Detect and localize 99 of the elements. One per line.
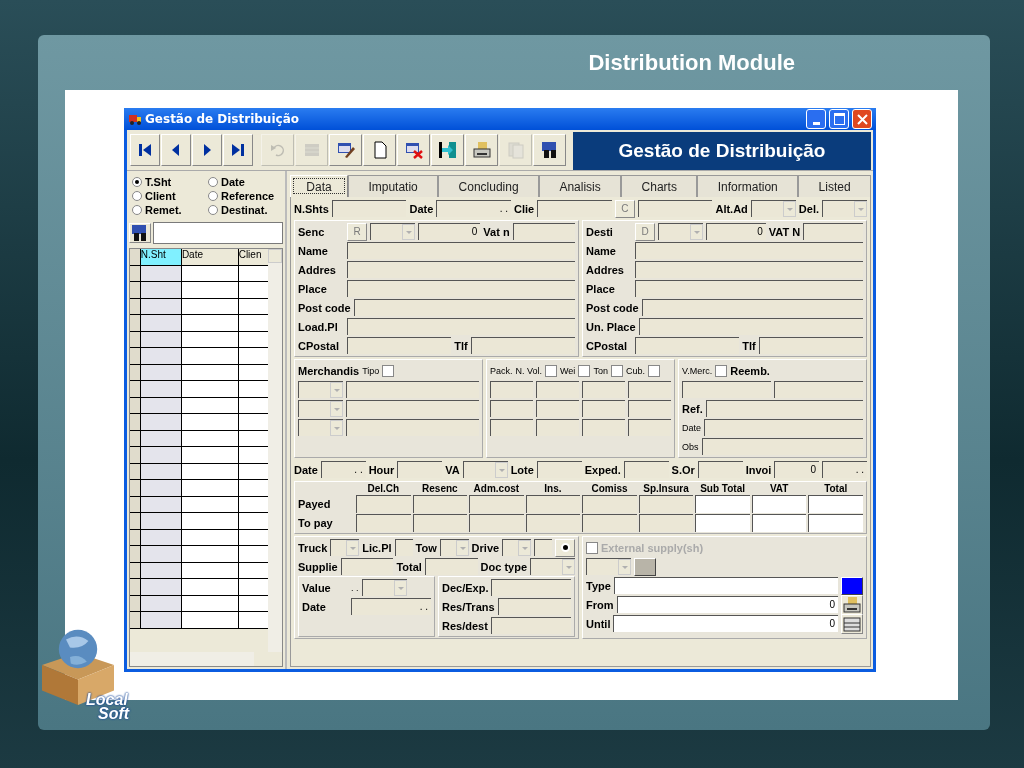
tab[interactable]: Charts: [621, 175, 698, 197]
tab[interactable]: Concluding: [438, 175, 540, 197]
row-label: Payed: [298, 498, 332, 510]
text-field[interactable]: . .: [436, 200, 511, 217]
field-label: Clie: [513, 202, 535, 215]
field-label: Truck: [298, 541, 328, 554]
logo-text: Local: [86, 693, 129, 707]
field-label: Reemb.: [730, 364, 770, 377]
field-label: Ref.: [682, 402, 703, 415]
field-label: CPostal: [586, 339, 628, 352]
field-label: Vat n: [483, 225, 510, 238]
module-banner: Gestão de Distribuição: [573, 132, 871, 170]
text-field[interactable]: 0: [613, 615, 838, 632]
field-label: N.Shts: [294, 202, 329, 215]
tab[interactable]: Information: [697, 175, 799, 197]
column-header: Del.Ch: [366, 483, 401, 494]
column-header: Sub Total: [699, 483, 746, 494]
field-label: Name: [298, 244, 329, 257]
field-label: Res/dest: [442, 619, 488, 632]
column-header: Adm.cost: [472, 483, 521, 494]
field-label: N. Vol.: [515, 365, 543, 376]
field-label: V.Merc.: [682, 365, 713, 376]
text-field[interactable]: . .: [351, 598, 431, 615]
column-header[interactable]: N.Sht: [140, 249, 182, 265]
tab[interactable]: Listed: [798, 175, 872, 197]
field-label: Until: [586, 617, 611, 630]
field-label: Tlf: [742, 339, 756, 352]
row-label: To pay: [298, 517, 334, 529]
column-header: VAT: [768, 483, 790, 494]
column-header[interactable]: Date: [181, 249, 239, 265]
field-label: Tow: [415, 541, 437, 554]
column-header: Ins.: [543, 483, 563, 494]
field-label: Tipo: [362, 365, 380, 376]
field-label: Post code: [298, 301, 351, 314]
field-label: Date: [682, 422, 701, 433]
field-label: Place: [298, 282, 328, 295]
field-label: CPostal: [298, 339, 340, 352]
text-field[interactable]: 0: [706, 223, 766, 240]
field-label: Supplie: [298, 560, 338, 573]
text-field[interactable]: 0: [774, 461, 820, 478]
window-title: Gestão de Distribuição: [145, 112, 300, 126]
field-label: Total: [396, 560, 422, 573]
field-label: Desti: [586, 225, 614, 238]
field-label: Del.: [798, 202, 819, 215]
field-label: Date: [294, 463, 318, 476]
logo-text: Soft: [98, 707, 130, 721]
field-label: Un. Place: [586, 320, 636, 333]
field-label: Pack.: [490, 365, 513, 376]
field-label: VAT N: [768, 225, 801, 238]
field-label: Drive: [471, 541, 500, 554]
field-label: Cub.: [625, 365, 645, 376]
radio-label: T.Sht: [145, 176, 172, 188]
radio-label: Client: [145, 190, 176, 202]
field-label: . .: [351, 582, 359, 593]
radio-label: Remet.: [145, 204, 182, 216]
field-label: Addres: [298, 263, 337, 276]
field-label: Date: [409, 202, 434, 215]
field-label: Lic.Pl: [362, 541, 392, 554]
checkbox-label: External supply(sh): [601, 541, 704, 554]
field-label: Doc type: [480, 560, 527, 573]
field-label: Tlf: [454, 339, 468, 352]
text-field[interactable]: . .: [320, 461, 366, 478]
tab[interactable]: Analisis: [539, 175, 622, 197]
field-label: Invoi: [745, 463, 772, 476]
tab[interactable]: Data: [290, 175, 348, 197]
field-label: Name: [586, 244, 617, 257]
field-label: Load.Pl: [298, 320, 339, 333]
field-label: Ton: [593, 365, 608, 376]
column-header: Total: [823, 483, 849, 494]
column-header: Comiss: [590, 483, 629, 494]
field-label: Wei: [560, 365, 576, 376]
field-label: Merchandis: [298, 364, 360, 377]
radio-label: Reference: [221, 190, 275, 202]
field-label: Senc: [298, 225, 326, 238]
radio-label: Destinat.: [221, 204, 268, 216]
field-label: Post code: [586, 301, 639, 314]
text-field[interactable]: 0: [616, 596, 838, 613]
field-label: Type: [586, 579, 611, 592]
field-label: Alt.Ad: [715, 202, 748, 215]
radio-label: Date: [221, 176, 245, 188]
field-label: Value: [302, 581, 332, 594]
tab[interactable]: Imputatio: [348, 175, 439, 197]
field-label: Res/Trans: [442, 600, 495, 613]
field-label: From: [586, 598, 614, 611]
field-label: Hour: [368, 463, 395, 476]
field-label: VA: [445, 463, 460, 476]
column-header: Resenc: [421, 483, 459, 494]
column-header: Sp.Insura: [642, 483, 690, 494]
field-label: Dec/Exp.: [442, 581, 489, 594]
text-field[interactable]: . .: [822, 461, 867, 478]
field-label: Place: [586, 282, 616, 295]
field-label: Lote: [510, 463, 534, 476]
field-label: Addres: [586, 263, 625, 276]
field-label: Exped.: [584, 463, 621, 476]
slide-title: Distribution Module: [587, 48, 796, 77]
field-label: Date: [302, 600, 327, 613]
field-label: S.Or: [671, 463, 695, 476]
field-label: Obs: [682, 441, 699, 452]
text-field[interactable]: 0: [418, 223, 481, 240]
